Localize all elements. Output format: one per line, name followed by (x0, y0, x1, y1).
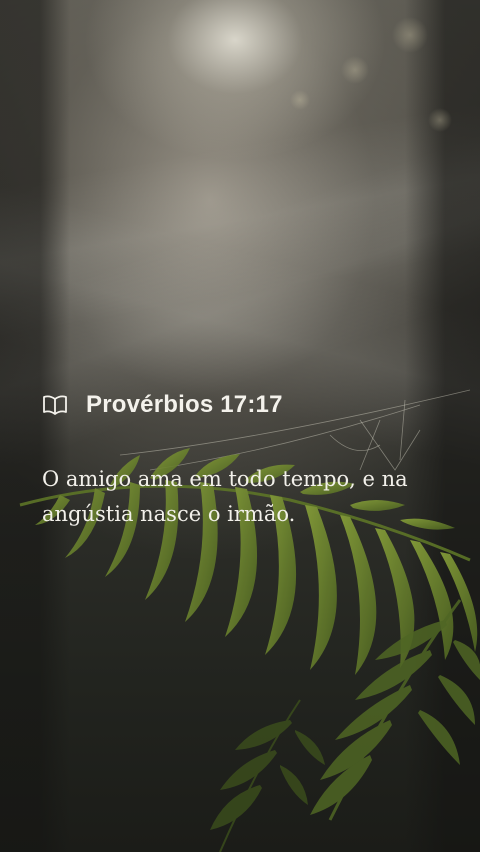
verse-reference-row[interactable]: Provérbios 17:17 (42, 390, 283, 420)
verse-text: O amigo ama em todo tempo, e na angústia… (42, 467, 408, 526)
book-open-icon (42, 394, 68, 416)
fern-background-illustration (19, 17, 480, 852)
verse-screen: Provérbios 17:17 O amigo ama em todo tem… (0, 0, 480, 852)
verse-reference: Provérbios 17:17 (86, 391, 283, 418)
